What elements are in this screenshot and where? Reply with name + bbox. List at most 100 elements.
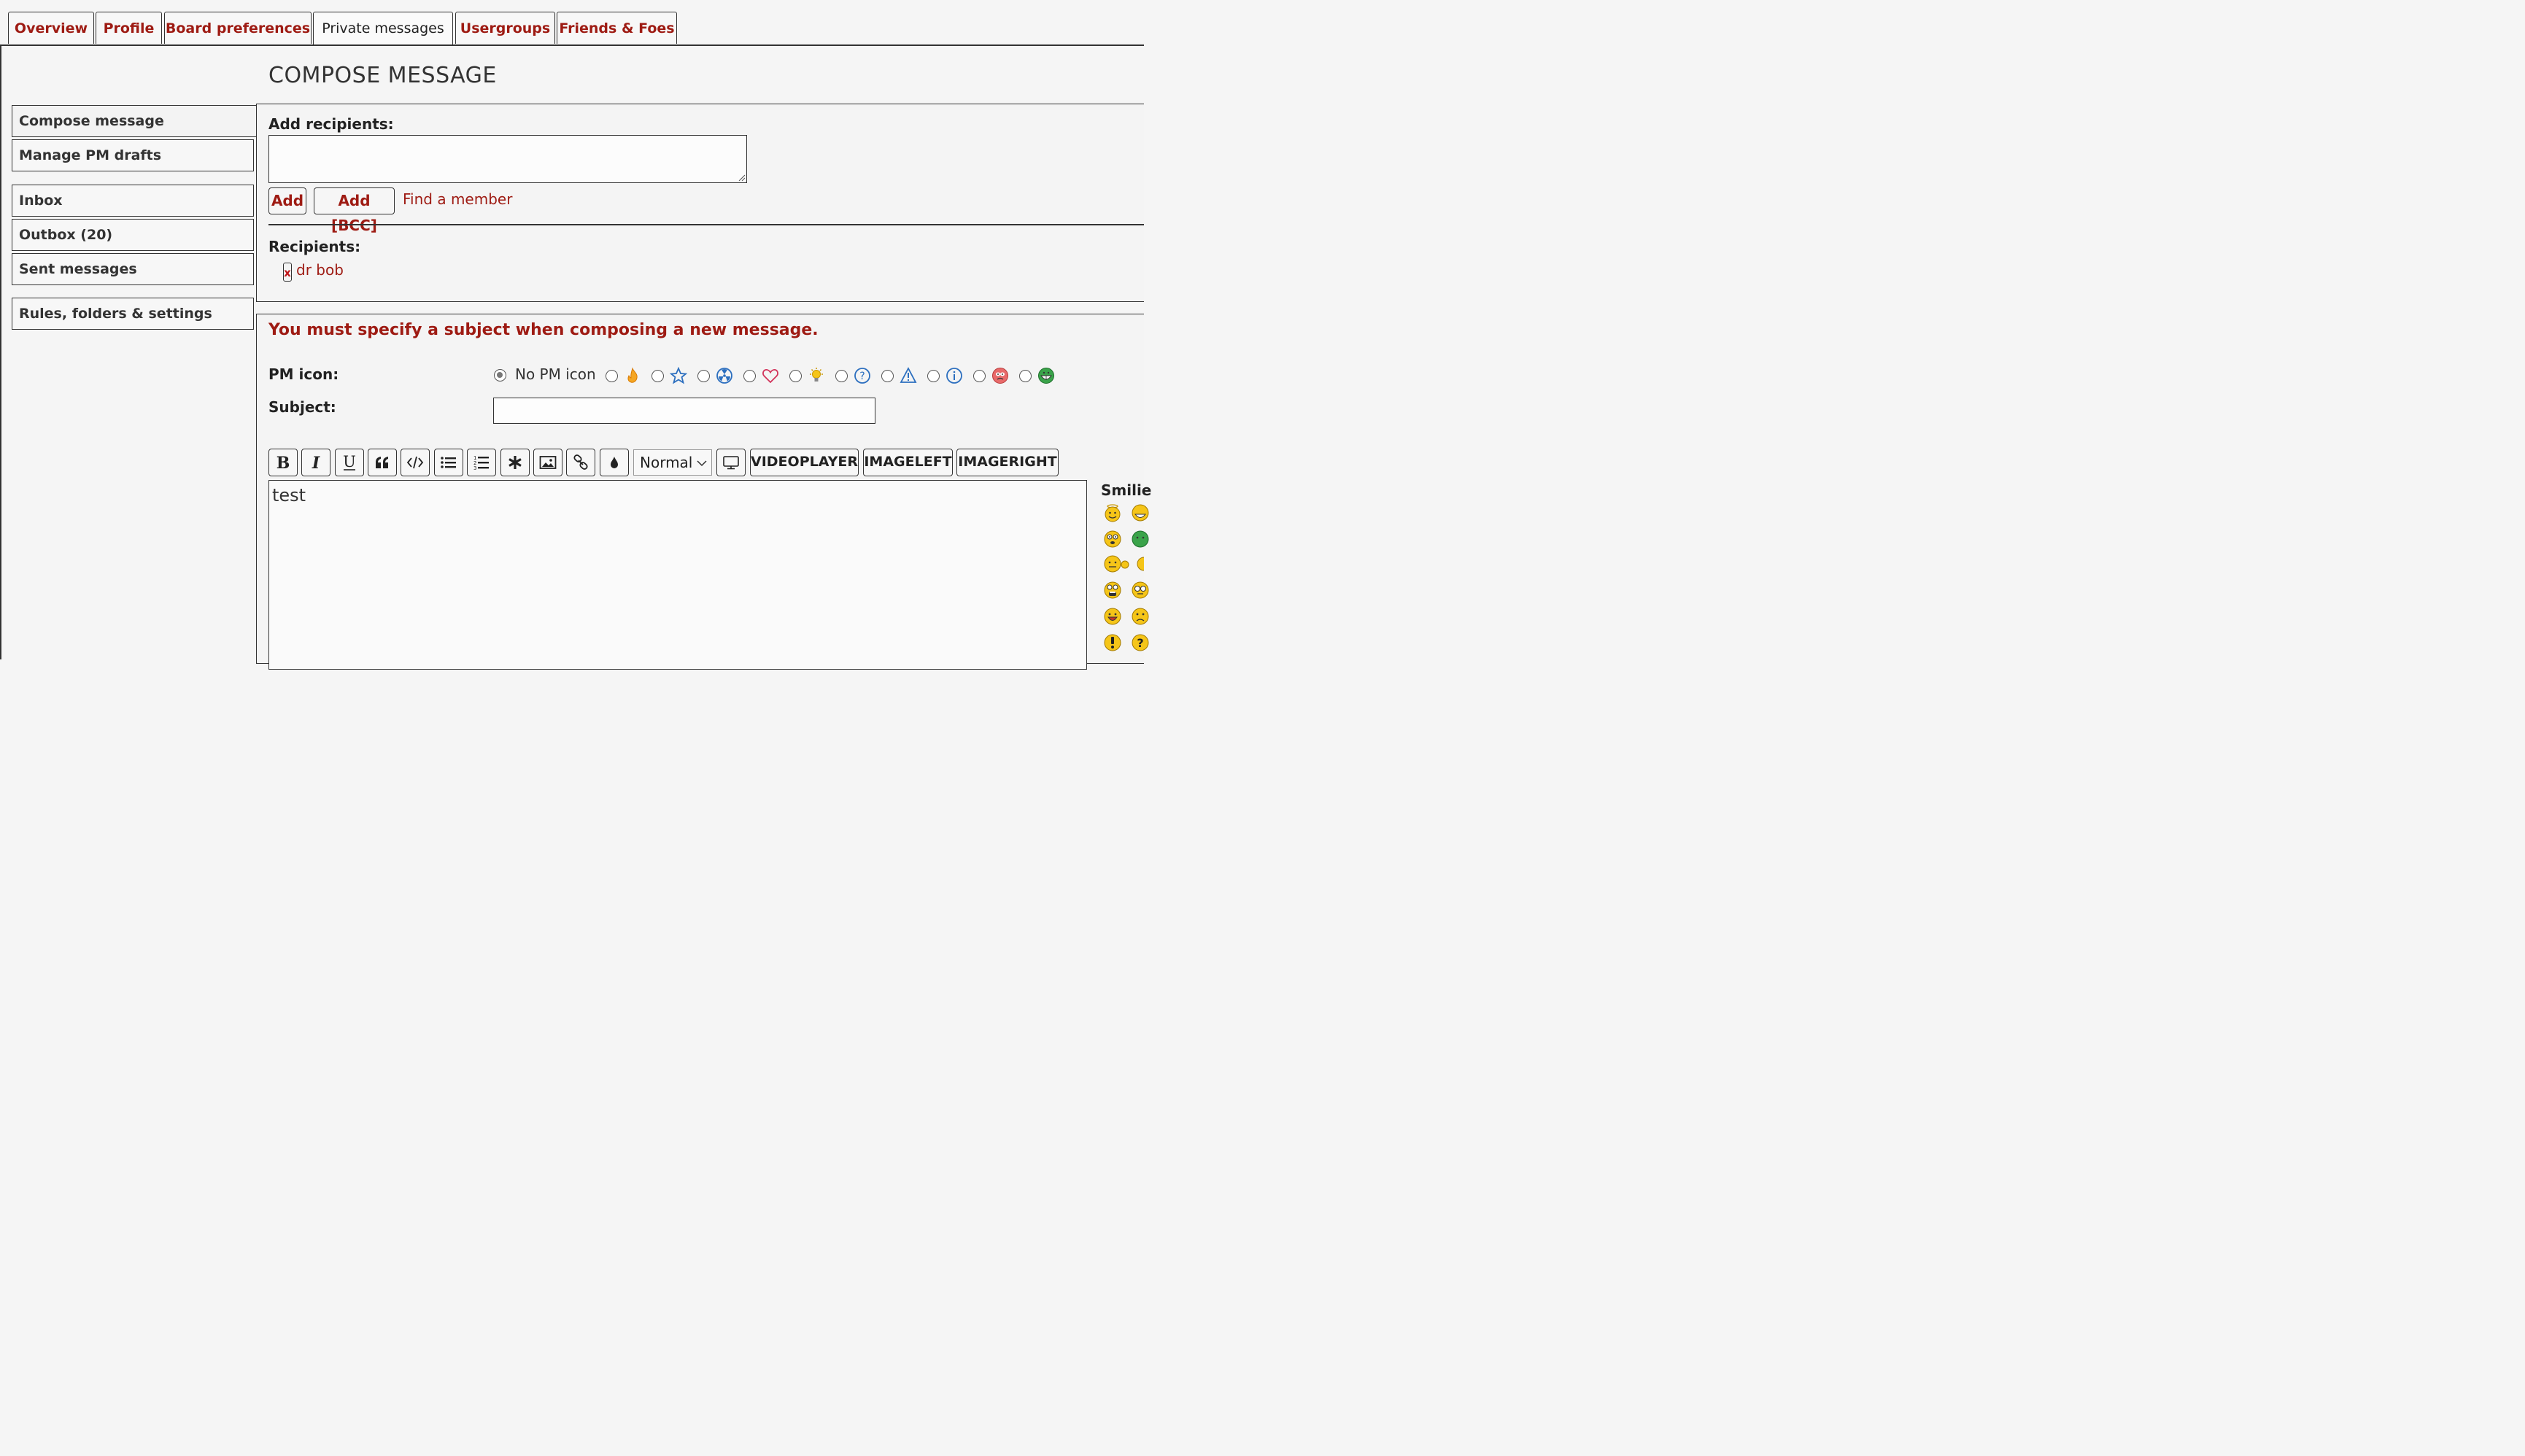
info-icon xyxy=(946,368,962,384)
sad-smilie-icon[interactable] xyxy=(1131,607,1150,626)
pm-icon-radio-question[interactable] xyxy=(835,370,848,382)
pm-icon-radio-info[interactable] xyxy=(927,370,940,382)
pm-icon-radio-fire[interactable] xyxy=(606,370,618,382)
numbered-list-icon: 123 xyxy=(473,455,489,471)
media-button[interactable] xyxy=(716,449,746,476)
exclamation-smilie-icon[interactable] xyxy=(1103,633,1122,652)
pm-icon-radio-warning[interactable] xyxy=(881,370,894,382)
image-icon xyxy=(539,456,557,469)
svg-text:B: B xyxy=(277,454,290,471)
bubble-smilie-icon[interactable] xyxy=(1103,554,1131,573)
subject-error-message: You must specify a subject when composin… xyxy=(268,321,819,339)
font-size-select[interactable]: Normal xyxy=(633,449,712,476)
no-pm-icon-label: No PM icon xyxy=(515,365,596,383)
sidebar-item-compose-message[interactable]: Compose message xyxy=(12,105,257,137)
question-icon: ? xyxy=(854,368,870,384)
color-button[interactable] xyxy=(600,449,629,476)
smilies-label: Smilie xyxy=(1101,481,1152,499)
pm-icon-radio-heart[interactable] xyxy=(743,370,756,382)
radioactive-icon xyxy=(716,368,732,384)
svg-text:?: ? xyxy=(859,371,865,382)
monitor-icon xyxy=(723,456,739,470)
quote-button[interactable] xyxy=(368,449,397,476)
svg-text:I: I xyxy=(312,454,320,471)
add-recipients-label: Add recipients: xyxy=(268,115,394,133)
bold-icon: B xyxy=(277,454,290,471)
recipients-divider xyxy=(268,224,1144,225)
pm-icon-radio-sad[interactable] xyxy=(973,370,986,382)
svg-text:?: ? xyxy=(1137,636,1143,650)
page-title: COMPOSE MESSAGE xyxy=(268,63,497,88)
pm-icon-radio-none[interactable] xyxy=(494,369,506,382)
numbered-list-button[interactable]: 123 xyxy=(467,449,496,476)
pm-icon-radio-lightbulb[interactable] xyxy=(789,370,802,382)
laughing-smilie-icon[interactable] xyxy=(1131,503,1150,522)
bullet-list-icon xyxy=(441,457,456,468)
fire-icon xyxy=(627,367,638,383)
underline-icon: U xyxy=(343,453,356,471)
panel-top-border xyxy=(0,44,1144,46)
glasses-smilie-icon[interactable] xyxy=(1131,581,1150,600)
imageleft-button[interactable]: IMAGELEFT xyxy=(863,449,953,476)
italic-icon: I xyxy=(312,454,320,471)
videoplayer-button[interactable]: VIDEOPLAYER xyxy=(750,449,859,476)
tab-board-preferences[interactable]: Board preferences xyxy=(164,12,312,44)
tab-overview[interactable]: Overview xyxy=(8,12,94,44)
image-button[interactable] xyxy=(533,449,562,476)
link-button[interactable] xyxy=(566,449,595,476)
add-button[interactable]: Add xyxy=(268,187,306,214)
angel-smilie-icon[interactable] xyxy=(1103,503,1122,522)
tab-private-messages[interactable]: Private messages xyxy=(313,12,453,46)
add-recipients-input[interactable] xyxy=(268,135,747,183)
resize-grip-icon[interactable] xyxy=(738,174,745,181)
italic-button[interactable]: I xyxy=(301,449,330,476)
pm-icon-radio-star[interactable] xyxy=(651,370,664,382)
recipient-link[interactable]: dr bob xyxy=(296,261,344,279)
sidebar-item-outbox[interactable]: Outbox (20) xyxy=(12,219,254,251)
sick-smilie-icon[interactable] xyxy=(1131,530,1150,549)
sidebar-item-sent-messages[interactable]: Sent messages xyxy=(12,253,254,285)
chevron-down-icon xyxy=(697,460,707,467)
bullet-list-button[interactable] xyxy=(434,449,463,476)
list-item-button[interactable] xyxy=(500,449,530,476)
grin-face-icon xyxy=(1038,368,1054,384)
font-size-value: Normal xyxy=(640,454,693,471)
tab-friends-foes[interactable]: Friends & Foes xyxy=(557,12,677,44)
shocked-smilie-icon[interactable] xyxy=(1103,581,1122,600)
sad-face-icon xyxy=(992,368,1008,384)
underline-button[interactable]: U xyxy=(335,449,364,476)
warning-icon xyxy=(900,367,917,383)
link-icon xyxy=(573,454,588,470)
recipients-label: Recipients: xyxy=(268,238,361,255)
subject-label: Subject: xyxy=(268,398,336,416)
subject-input[interactable] xyxy=(493,398,875,424)
panel-left-border xyxy=(0,45,1,659)
eek-smilie-icon[interactable] xyxy=(1103,530,1122,549)
add-bcc-button[interactable]: Add [BCC] xyxy=(314,187,395,234)
pm-icon-radio-grin[interactable] xyxy=(1019,370,1032,382)
svg-text:U: U xyxy=(343,453,356,471)
imageright-button[interactable]: IMAGERIGHT xyxy=(956,449,1059,476)
bold-button[interactable]: B xyxy=(268,449,298,476)
tab-profile[interactable]: Profile xyxy=(96,12,162,44)
pm-icon-radio-radioactive[interactable] xyxy=(697,370,710,382)
message-body-textarea[interactable]: test xyxy=(268,480,1087,670)
remove-recipient-button[interactable]: x xyxy=(283,263,292,282)
sidebar-item-inbox[interactable]: Inbox xyxy=(12,185,254,217)
partial-smilie-icon[interactable] xyxy=(1137,554,1144,573)
happy-smilie-icon[interactable] xyxy=(1103,607,1122,626)
question-smilie-icon[interactable]: ? xyxy=(1131,633,1150,652)
asterisk-icon xyxy=(509,456,522,469)
sidebar-item-rules-folders-settings[interactable]: Rules, folders & settings xyxy=(12,298,254,330)
quote-icon xyxy=(376,457,388,468)
code-icon xyxy=(406,456,424,469)
pm-icon-label: PM icon: xyxy=(268,365,339,383)
lightbulb-icon xyxy=(810,368,823,382)
code-button[interactable] xyxy=(401,449,430,476)
svg-text:3: 3 xyxy=(473,465,476,471)
sidebar-item-manage-drafts[interactable]: Manage PM drafts xyxy=(12,139,254,171)
tab-usergroups[interactable]: Usergroups xyxy=(455,12,555,44)
color-drop-icon xyxy=(611,457,618,468)
star-icon xyxy=(670,367,687,384)
find-member-link[interactable]: Find a member xyxy=(403,190,512,208)
